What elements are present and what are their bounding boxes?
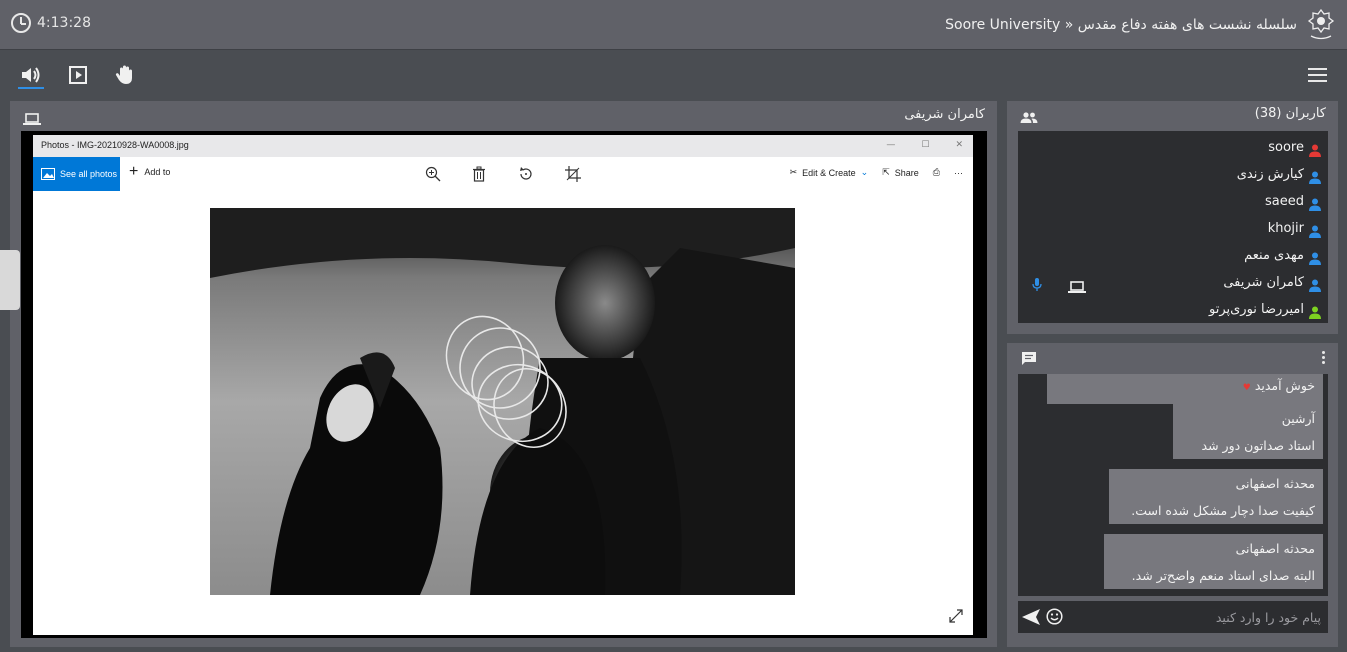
message-text: استاد صداتون دور شد xyxy=(1201,438,1315,453)
zoom-in-icon xyxy=(425,166,441,182)
photos-window-title: Photos - IMG-20210928-WA0008.jpg xyxy=(41,140,189,150)
user-name: کامران شریفی xyxy=(1223,275,1304,290)
plus-icon: + xyxy=(129,163,139,180)
user-name: مهدی منعم xyxy=(1244,248,1304,263)
users-list: soore کیارش زندی saeed khojir مهدی منعم … xyxy=(1018,131,1328,323)
crop-icon xyxy=(565,166,581,182)
users-panel: کاربران (38) soore کیارش زندی saeed khoj… xyxy=(1007,101,1338,334)
chat-panel: خوش آمدید ♥ آرشین استاد صداتون دور شد مح… xyxy=(1007,343,1338,647)
raise-hand-icon[interactable] xyxy=(113,64,137,86)
user-item[interactable]: کیارش زندی xyxy=(1018,162,1328,189)
message-text: البته صدای استاد منعم واضح‌تر شد. xyxy=(1131,568,1315,583)
users-title: کاربران (38) xyxy=(1254,106,1326,121)
user-icon xyxy=(1309,142,1321,161)
shared-screen: Photos - IMG-20210928-WA0008.jpg — ☐ ✕ S… xyxy=(21,131,987,638)
fullscreen-icon xyxy=(949,608,963,627)
users-icon xyxy=(1020,109,1038,128)
share-button: ⇱ Share xyxy=(882,167,919,178)
presenter-name: کامران شریفی xyxy=(904,107,985,122)
minimize-icon: — xyxy=(886,140,896,150)
menu-icon[interactable] xyxy=(1308,68,1327,82)
timer-text: 4:13:28 xyxy=(37,15,91,31)
active-tab-indicator xyxy=(18,87,44,89)
clock-icon xyxy=(11,13,31,33)
session-title: Soore University » سلسله نشست های هفته د… xyxy=(945,17,1297,33)
photos-titlebar: Photos - IMG-20210928-WA0008.jpg — ☐ ✕ xyxy=(33,135,973,157)
message-sender: آرشین xyxy=(1281,411,1315,426)
emoji-icon[interactable] xyxy=(1046,608,1063,629)
message-text: خوش آمدید ♥ xyxy=(1242,378,1315,393)
close-icon: ✕ xyxy=(955,140,963,150)
add-to-label: Add to xyxy=(144,167,171,177)
maximize-icon: ☐ xyxy=(921,140,930,150)
session-title-wrap: Soore University » سلسله نشست های هفته د… xyxy=(945,8,1335,42)
edit-create-button: ✂ Edit & Create ⌄ xyxy=(790,167,869,178)
photos-right-actions: ✂ Edit & Create ⌄ ⇱ Share ⎙ ··· xyxy=(790,167,963,178)
user-icon xyxy=(1309,304,1321,323)
user-name: soore xyxy=(1268,140,1304,155)
rotate-icon xyxy=(518,166,534,182)
displayed-photo xyxy=(210,208,795,595)
user-name: khojir xyxy=(1267,221,1304,236)
send-icon[interactable] xyxy=(1022,609,1040,629)
message-text: کیفیت صدا دچار مشکل شده است. xyxy=(1131,503,1315,518)
user-item[interactable]: saeed xyxy=(1018,189,1328,216)
session-timer: 4:13:28 xyxy=(11,13,91,33)
users-header: کاربران (38) xyxy=(1007,101,1338,129)
heart-icon: ♥ xyxy=(1242,383,1251,393)
chat-message: آرشین استاد صداتون دور شد xyxy=(1173,404,1323,459)
share-label: Share xyxy=(894,167,919,178)
toolbar xyxy=(0,51,1347,99)
user-icon xyxy=(1309,250,1321,269)
microphone-icon xyxy=(1032,277,1042,296)
user-name: saeed xyxy=(1265,194,1304,209)
chat-message-input[interactable] xyxy=(1076,605,1321,629)
side-panel-handle[interactable] xyxy=(0,250,20,310)
university-logo-icon xyxy=(1307,8,1335,42)
add-to-button: + Add to xyxy=(129,163,171,180)
see-all-photos-button: See all photos xyxy=(33,157,120,191)
presentation-panel: کامران شریفی Photos - IMG-20210928-WA000… xyxy=(10,101,997,647)
user-icon xyxy=(1309,223,1321,242)
screen-share-icon xyxy=(1068,278,1086,297)
delete-icon xyxy=(471,166,487,182)
user-icon xyxy=(1309,196,1321,215)
play-screen-icon[interactable] xyxy=(66,64,90,86)
image-icon xyxy=(41,168,55,180)
window-controls: — ☐ ✕ xyxy=(886,140,963,150)
top-bar: 4:13:28 Soore University » سلسله نشست ها… xyxy=(0,0,1347,50)
user-icon xyxy=(1309,277,1321,296)
chat-icon xyxy=(1021,351,1037,370)
chat-message: محدثه اصفهانی کیفیت صدا دچار مشکل شده اس… xyxy=(1109,469,1323,524)
user-icon xyxy=(1309,169,1321,188)
share-icon: ⇱ xyxy=(882,167,890,177)
more-options-icon[interactable] xyxy=(1322,351,1326,365)
edit-create-label: Edit & Create xyxy=(802,167,856,178)
chat-input-bar xyxy=(1018,601,1328,633)
chat-header xyxy=(1007,343,1338,373)
see-all-photos-label: See all photos xyxy=(60,169,118,179)
presentation-header: کامران شریفی xyxy=(10,101,997,129)
user-item[interactable]: کامران شریفی xyxy=(1018,270,1328,297)
user-name: کیارش زندی xyxy=(1236,167,1304,182)
chat-message: خوش آمدید ♥ xyxy=(1047,374,1323,404)
message-sender: محدثه اصفهانی xyxy=(1235,541,1315,556)
user-item[interactable]: امیررضا نوری‌پرتو xyxy=(1018,297,1328,324)
speaker-icon[interactable] xyxy=(19,64,43,86)
user-name: امیررضا نوری‌پرتو xyxy=(1209,302,1304,317)
photos-command-bar: See all photos + Add to ✂ Edit & Create … xyxy=(33,157,973,191)
chat-message: محدثه اصفهانی البته صدای استاد منعم واضح… xyxy=(1104,534,1323,589)
print-icon: ⎙ xyxy=(932,167,940,177)
user-item[interactable]: khojir xyxy=(1018,216,1328,243)
chevron-down-icon: ⌄ xyxy=(860,167,869,177)
laptop-icon xyxy=(23,110,41,129)
user-item[interactable]: مهدی منعم xyxy=(1018,243,1328,270)
more-icon: ··· xyxy=(954,167,963,178)
edit-icon: ✂ xyxy=(789,167,798,177)
chat-messages: خوش آمدید ♥ آرشین استاد صداتون دور شد مح… xyxy=(1018,374,1328,596)
photos-app-window: Photos - IMG-20210928-WA0008.jpg — ☐ ✕ S… xyxy=(33,135,973,635)
user-item[interactable]: soore xyxy=(1018,135,1328,162)
message-sender: محدثه اصفهانی xyxy=(1235,476,1315,491)
